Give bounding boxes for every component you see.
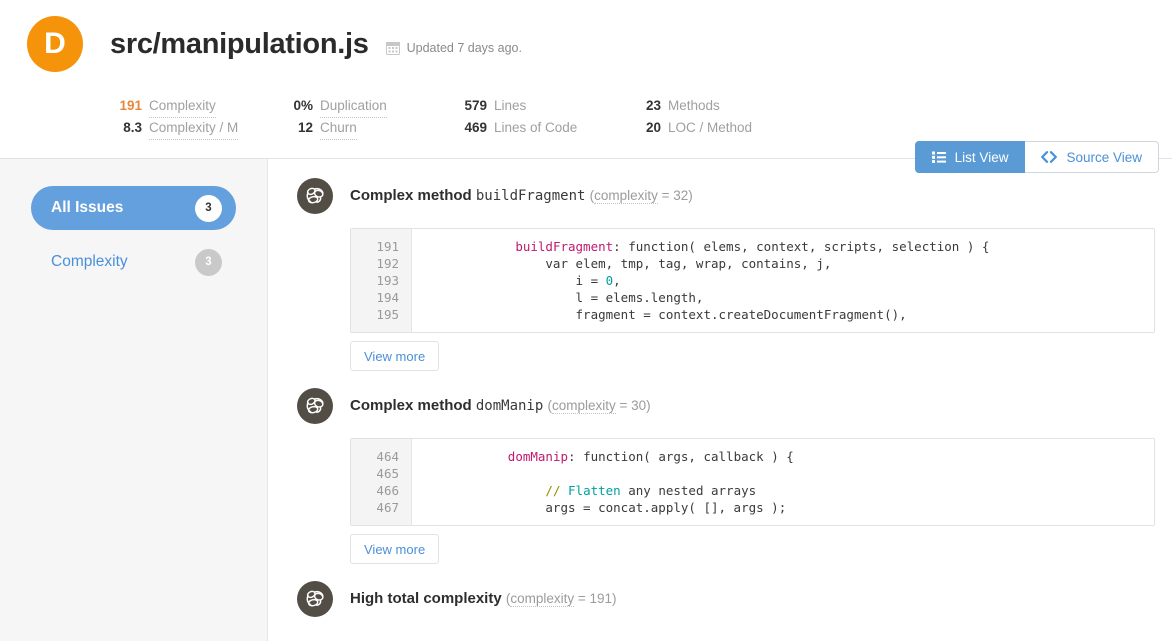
code-body: buildFragment: function( elems, context,…: [412, 229, 1154, 332]
stat-complexity: 191 Complexity: [112, 95, 283, 116]
meta-value: = 32): [658, 188, 693, 203]
stat-loc-per-method: 20 LOC / Method: [631, 117, 791, 138]
stat-column-complexity: 191 Complexity 8.3 Complexity / M: [112, 95, 283, 138]
sidebar-item-label: Complexity: [51, 253, 128, 271]
issue-header: Complex method domManip (complexity = 30…: [297, 395, 1155, 424]
stat-label[interactable]: Churn: [320, 117, 357, 140]
complexity-knot-icon: [297, 581, 333, 617]
code-table: 464465466467 domManip: function( args, c…: [351, 439, 1154, 525]
stat-label[interactable]: Complexity / M: [149, 117, 238, 140]
code-body: domManip: function( args, callback ) { /…: [412, 439, 1154, 525]
file-header: D src/manipulation.js Updated 7 days ago…: [0, 0, 1172, 138]
complexity-knot-icon: [297, 178, 333, 214]
code-snippet: 191192193194195 buildFragment: function(…: [350, 228, 1155, 333]
view-more-button[interactable]: View more: [350, 534, 439, 564]
sidebar: All Issues 3 Complexity 3: [0, 159, 268, 641]
avatar-letter: D: [44, 27, 66, 61]
issue-title-meta: (complexity = 32): [590, 188, 693, 204]
stat-column-lines: 579 Lines 469 Lines of Code: [457, 95, 631, 138]
stat-value: 579: [457, 95, 487, 116]
stat-value: 8.3: [112, 117, 142, 138]
updated-info: Updated 7 days ago.: [386, 41, 522, 55]
issue-item: Complex method domManip (complexity = 30…: [297, 395, 1155, 564]
issue-title-prefix: Complex method: [350, 397, 472, 414]
avatar: D: [27, 16, 83, 72]
stat-label: Methods: [668, 95, 720, 116]
issue-list: Complex method buildFragment (complexity…: [268, 159, 1172, 641]
page-title: src/manipulation.js: [110, 28, 369, 61]
code-snippet: 464465466467 domManip: function( args, c…: [350, 438, 1155, 526]
tab-list-view[interactable]: List View: [915, 141, 1026, 173]
meta-term[interactable]: complexity: [552, 398, 616, 414]
stat-churn: 12 Churn: [283, 117, 457, 138]
issue-title: Complex method buildFragment (complexity…: [350, 185, 693, 206]
sidebar-item-all-issues[interactable]: All Issues 3: [31, 186, 236, 230]
code-brackets-icon: [1041, 151, 1057, 163]
stat-value: 20: [631, 117, 661, 138]
list-icon: [932, 151, 946, 163]
file-title-row: D src/manipulation.js Updated 7 days ago…: [0, 16, 1172, 72]
issue-item: High total complexity (complexity = 191): [297, 588, 1155, 617]
view-more-button[interactable]: View more: [350, 341, 439, 371]
meta-value: = 30): [616, 398, 651, 413]
stat-methods: 23 Methods: [631, 95, 791, 116]
stat-lines: 579 Lines: [457, 95, 631, 116]
meta-value: = 191): [574, 591, 616, 606]
updated-text: Updated 7 days ago.: [407, 41, 522, 55]
issue-title-meta: (complexity = 30): [547, 398, 650, 414]
stat-complexity-per-method: 8.3 Complexity / M: [112, 117, 283, 138]
complexity-knot-icon: [297, 388, 333, 424]
issue-title-prefix: Complex method: [350, 187, 472, 204]
stat-value: 469: [457, 117, 487, 138]
issue-title: Complex method domManip (complexity = 30…: [350, 395, 651, 416]
stat-value: 0%: [283, 95, 313, 116]
stat-duplication: 0% Duplication: [283, 95, 457, 116]
stat-value: 191: [112, 95, 142, 116]
issue-header: High total complexity (complexity = 191): [297, 588, 1155, 617]
issue-title-symbol: buildFragment: [476, 188, 586, 204]
file-stats: 191 Complexity 8.3 Complexity / M 0% Dup…: [0, 95, 1172, 138]
issue-title-meta: (complexity = 191): [506, 591, 617, 607]
tab-list-view-label: List View: [955, 150, 1009, 165]
issue-item: Complex method buildFragment (complexity…: [297, 185, 1155, 371]
sidebar-item-count: 3: [195, 195, 222, 222]
stat-column-methods: 23 Methods 20 LOC / Method: [631, 95, 791, 138]
meta-term[interactable]: complexity: [594, 188, 658, 204]
stat-label: Lines: [494, 95, 526, 116]
stat-label: LOC / Method: [668, 117, 752, 138]
sidebar-item-count: 3: [195, 249, 222, 276]
sidebar-item-complexity[interactable]: Complexity 3: [31, 240, 236, 284]
stat-label[interactable]: Duplication: [320, 95, 387, 118]
tab-source-view[interactable]: Source View: [1025, 141, 1159, 173]
issue-title-symbol: domManip: [476, 398, 543, 414]
stat-value: 23: [631, 95, 661, 116]
page-body: All Issues 3 Complexity 3: [0, 159, 1172, 641]
issue-header: Complex method buildFragment (complexity…: [297, 185, 1155, 214]
stat-lines-of-code: 469 Lines of Code: [457, 117, 631, 138]
code-gutter: 464465466467: [351, 439, 412, 525]
stat-value: 12: [283, 117, 313, 138]
stat-label: Lines of Code: [494, 117, 577, 138]
issue-title-prefix: High total complexity: [350, 590, 502, 607]
issue-title: High total complexity (complexity = 191): [350, 588, 617, 609]
code-table: 191192193194195 buildFragment: function(…: [351, 229, 1154, 332]
meta-term[interactable]: complexity: [510, 591, 574, 607]
stat-label[interactable]: Complexity: [149, 95, 216, 118]
stat-column-duplication: 0% Duplication 12 Churn: [283, 95, 457, 138]
view-toggle: List View Source View: [915, 141, 1159, 173]
code-gutter: 191192193194195: [351, 229, 412, 332]
sidebar-item-label: All Issues: [51, 199, 123, 217]
tab-source-view-label: Source View: [1066, 150, 1142, 165]
calendar-icon: [386, 41, 400, 55]
